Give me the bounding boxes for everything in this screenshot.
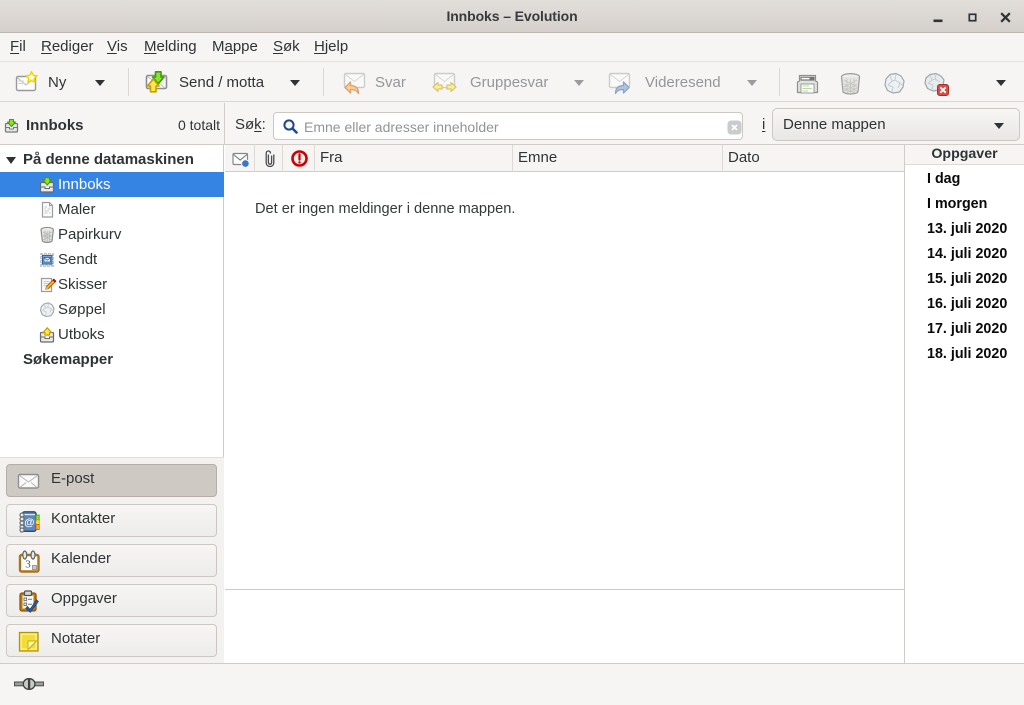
- svg-text:3: 3: [25, 559, 31, 571]
- svg-text:@: @: [24, 517, 34, 529]
